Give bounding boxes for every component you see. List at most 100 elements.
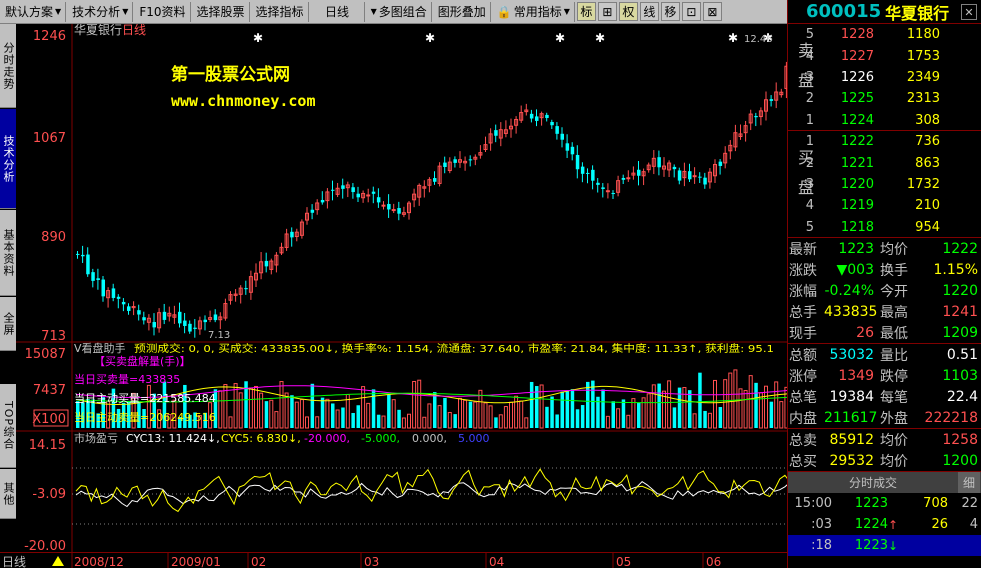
candle-body xyxy=(535,116,539,121)
buy-row[interactable]: 5 1218 954 xyxy=(788,217,981,238)
candle-body xyxy=(657,157,661,168)
volume-bar xyxy=(443,397,447,428)
tech-analysis-button[interactable]: 技术分析 ▼ xyxy=(68,1,134,22)
tab-fundamentals[interactable]: 基本资料 xyxy=(0,210,16,296)
select-stock-button[interactable]: 选择股票 xyxy=(193,1,250,22)
date-tick: 2009/01 xyxy=(171,555,221,568)
close-chart-button[interactable]: ⊠ xyxy=(702,2,722,21)
vol-label-4: 当日主动卖量=206249.516 xyxy=(74,410,216,424)
candle-body xyxy=(494,130,498,136)
line-button[interactable]: 线 xyxy=(639,2,659,21)
tab-ticks[interactable]: 分时成交 xyxy=(788,474,958,491)
buy-row[interactable]: 2 1221 863 xyxy=(788,152,981,173)
volume-bar xyxy=(381,415,386,429)
volume-bar xyxy=(565,391,570,428)
low-mark: 7.13 xyxy=(208,330,230,341)
date-axis-bar: 日线 2008/12 2009/01 02 03 04 05 06 xyxy=(0,552,787,568)
tab-fullscreen[interactable]: 全屏 xyxy=(0,297,16,351)
quote-header: 600015 华夏银行 ✕ xyxy=(788,0,981,24)
stat-row: 总手 433835 最高 1241 xyxy=(789,303,978,321)
candle-body xyxy=(188,323,192,332)
candle-body xyxy=(545,114,549,118)
candle-body xyxy=(672,166,677,170)
triangle-up-icon[interactable] xyxy=(52,556,64,566)
sell-row[interactable]: 2 1225 2313 xyxy=(788,88,981,109)
period-button[interactable]: 日线 xyxy=(311,1,365,22)
sell-row[interactable]: 3 1226 2349 xyxy=(788,67,981,88)
stat-row: 涨停 1349 跌停 1103 xyxy=(789,367,978,385)
candle-body xyxy=(366,194,371,197)
volume-bar xyxy=(657,383,661,428)
candle-body xyxy=(121,301,126,305)
candle-body xyxy=(101,279,105,297)
volume-bar xyxy=(494,417,498,428)
volume-bar xyxy=(774,381,779,429)
scheme-button[interactable]: 默认方案 ▼ xyxy=(1,1,67,22)
tab-technical[interactable]: 技术分析 xyxy=(0,109,16,209)
osc-tick: 14.15 xyxy=(29,438,66,453)
grid-button[interactable]: ⊞ xyxy=(597,2,617,21)
sell-book: 卖盘 5 1228 1180 4 1227 1753 3 1226 2349 2 1225 23… xyxy=(788,24,981,131)
candle-body xyxy=(213,314,218,321)
stat-row: 涨幅 -0.24% 今开 1220 xyxy=(789,282,978,300)
overlay-button[interactable]: 图形叠加 xyxy=(434,1,491,22)
tab-other[interactable]: 其他 xyxy=(0,469,16,519)
multi-chart-button[interactable]: ▼ 多图组合 xyxy=(367,1,432,22)
sell-row[interactable]: 4 1227 1753 xyxy=(788,45,981,66)
tab-top[interactable]: TOP综合 xyxy=(0,384,16,468)
chart-area[interactable]: ✱ ✱ ✱ ✱ ✱ ✱ 1246 1067 890 713 15087 7437 X100… xyxy=(16,24,787,552)
tick-row[interactable]: :03 1224 ↑ 26 4 xyxy=(788,514,981,535)
tab-detail[interactable]: 细 xyxy=(958,472,980,493)
tab-intraday[interactable]: 分时走势 xyxy=(0,24,16,108)
volume-bar xyxy=(401,417,406,429)
candle-body xyxy=(601,187,605,189)
sell-row[interactable]: 5 1228 1180 xyxy=(788,24,981,45)
common-indicator-button[interactable]: 🔒 常用指标 ▼ xyxy=(493,1,575,22)
oscillator-lines xyxy=(72,467,787,525)
volume-bar xyxy=(555,414,559,428)
candle-body xyxy=(127,306,131,311)
volume-bar xyxy=(290,395,294,428)
mark-button[interactable]: 标 xyxy=(576,2,596,21)
buy-row[interactable]: 4 1219 210 xyxy=(788,195,981,216)
candle-body xyxy=(264,260,269,267)
select-indicator-button[interactable]: 选择指标 xyxy=(252,1,309,22)
volume-bar xyxy=(692,413,697,429)
candle-body xyxy=(290,231,294,238)
volume-bar xyxy=(738,388,743,429)
volume-bar xyxy=(397,409,401,428)
date-tick: 04 xyxy=(489,555,504,568)
candle-body xyxy=(381,204,386,207)
candle-body xyxy=(580,166,585,174)
close-icon[interactable]: ✕ xyxy=(961,4,977,20)
sell-row[interactable]: 1 1224 308 xyxy=(788,110,981,131)
period-switch[interactable]: 日线 xyxy=(2,555,26,568)
ticks-header: 分时成交 细 xyxy=(788,471,981,493)
candle-body xyxy=(443,162,447,167)
chart-canvas[interactable]: ✱ ✱ ✱ ✱ ✱ ✱ 1246 1067 890 713 15087 7437 X100… xyxy=(16,24,787,552)
buy-row[interactable]: 3 1220 1732 xyxy=(788,174,981,195)
move-button[interactable]: 移 xyxy=(660,2,680,21)
volume-bar xyxy=(545,406,549,428)
volume-bar xyxy=(228,416,233,429)
volume-bar xyxy=(509,401,513,429)
zoom-button[interactable]: ⊡ xyxy=(681,2,701,21)
volume-bar xyxy=(713,379,717,429)
osc-name: 市场盈亏 xyxy=(74,431,118,445)
volume-bar xyxy=(463,399,468,429)
candle-body xyxy=(376,197,381,203)
volume-bar xyxy=(550,396,554,428)
volume-unit: X100 xyxy=(32,412,66,427)
axis-ticks: ✱ ✱ ✱ ✱ ✱ ✱ xyxy=(253,31,773,45)
tick-row[interactable]: 15:00 1223 708 22 xyxy=(788,493,981,514)
tick-row-selected[interactable]: :18 1223 ↓ xyxy=(788,535,981,556)
candle-body xyxy=(596,182,600,185)
volume-bar xyxy=(376,414,381,428)
left-tabs: 分时走势 技术分析 基本资料 全屏 TOP综合 其他 xyxy=(0,24,16,552)
volume-bar xyxy=(325,398,330,429)
buy-row[interactable]: 1 1222 736 xyxy=(788,131,981,152)
volume-bar xyxy=(616,408,621,429)
volume-tick: 7437 xyxy=(33,383,66,398)
rights-button[interactable]: 权 xyxy=(618,2,638,21)
f10-button[interactable]: F10资料 xyxy=(135,1,191,22)
